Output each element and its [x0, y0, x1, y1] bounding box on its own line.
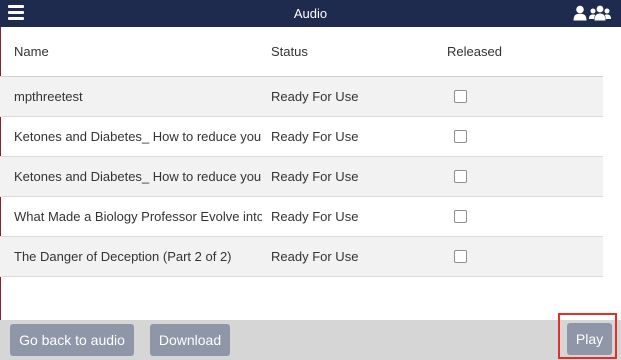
column-header-name: Name	[14, 44, 49, 59]
table-header: Name Status Released	[0, 27, 603, 77]
column-header-status: Status	[271, 44, 308, 59]
go-back-button[interactable]: Go back to audio	[10, 324, 134, 356]
play-button[interactable]: Play	[567, 323, 612, 355]
table-row[interactable]: mpthreetest Ready For Use	[0, 77, 603, 117]
row-status: Ready For Use	[271, 89, 359, 104]
row-status: Ready For Use	[271, 169, 359, 184]
released-checkbox[interactable]	[454, 250, 467, 263]
users-group-icon[interactable]	[589, 5, 611, 21]
top-bar: Audio	[0, 0, 621, 27]
row-name: mpthreetest	[14, 89, 83, 104]
row-name: Ketones and Diabetes_ How to reduce you	[14, 129, 262, 144]
released-checkbox[interactable]	[454, 90, 467, 103]
row-status: Ready For Use	[271, 249, 359, 264]
row-name: Ketones and Diabetes_ How to reduce you	[14, 169, 262, 184]
table-row[interactable]: Ketones and Diabetes_ How to reduce you …	[0, 157, 603, 197]
row-name: What Made a Biology Professor Evolve int…	[14, 209, 262, 224]
page-title: Audio	[293, 6, 328, 21]
user-icon[interactable]	[573, 5, 587, 21]
released-checkbox[interactable]	[454, 210, 467, 223]
column-header-released: Released	[447, 44, 502, 59]
row-status: Ready For Use	[271, 209, 359, 224]
table-row[interactable]: Ketones and Diabetes_ How to reduce you …	[0, 117, 603, 157]
released-checkbox[interactable]	[454, 130, 467, 143]
scrollbar[interactable]	[603, 27, 621, 320]
row-name: The Danger of Deception (Part 2 of 2)	[14, 249, 232, 264]
footer-bar: Go back to audio Download Play	[0, 320, 621, 360]
row-status: Ready For Use	[271, 129, 359, 144]
table-row[interactable]: What Made a Biology Professor Evolve int…	[0, 197, 603, 237]
table-row[interactable]: The Danger of Deception (Part 2 of 2) Re…	[0, 237, 603, 277]
download-button[interactable]: Download	[150, 324, 230, 356]
released-checkbox[interactable]	[454, 170, 467, 183]
